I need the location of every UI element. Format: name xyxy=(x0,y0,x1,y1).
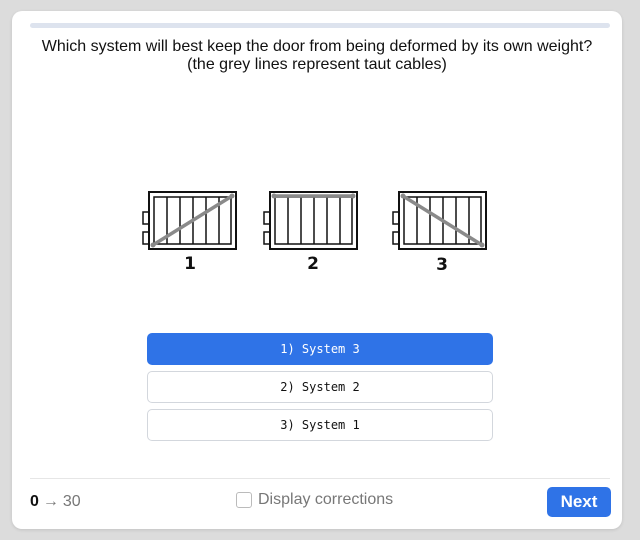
display-corrections-toggle[interactable]: Display corrections xyxy=(236,491,393,509)
door-diagram-3: 3 xyxy=(392,191,487,275)
door-diagrams: 1 2 3 xyxy=(142,191,487,275)
answer-option-2[interactable]: 2) System 2 xyxy=(147,371,493,403)
quiz-card: Which system will best keep the door fro… xyxy=(12,11,622,529)
score-indicator: 0 → 30 xyxy=(30,493,81,511)
door-diagram-2: 2 xyxy=(263,191,358,274)
question-text: Which system will best keep the door fro… xyxy=(41,38,593,73)
diagram-label-3: 3 xyxy=(436,255,448,275)
next-button[interactable]: Next xyxy=(547,487,611,517)
corrections-label: Display corrections xyxy=(258,491,394,508)
door-diagram-1: 1 xyxy=(142,191,237,274)
progress-bar xyxy=(30,23,610,28)
score-arrow-icon: → xyxy=(42,493,59,510)
diagram-label-1: 1 xyxy=(184,254,196,274)
answer-options: 1) System 3 2) System 2 3) System 1 xyxy=(147,333,493,447)
footer-divider xyxy=(30,478,610,479)
diagram-label-2: 2 xyxy=(307,254,319,274)
score-total: 30 xyxy=(62,493,81,510)
answer-option-1[interactable]: 1) System 3 xyxy=(147,333,493,365)
corrections-checkbox[interactable] xyxy=(236,492,252,508)
score-current: 0 xyxy=(30,493,39,510)
answer-option-3[interactable]: 3) System 1 xyxy=(147,409,493,441)
door-systems-figure: 1 2 3 xyxy=(12,171,622,281)
